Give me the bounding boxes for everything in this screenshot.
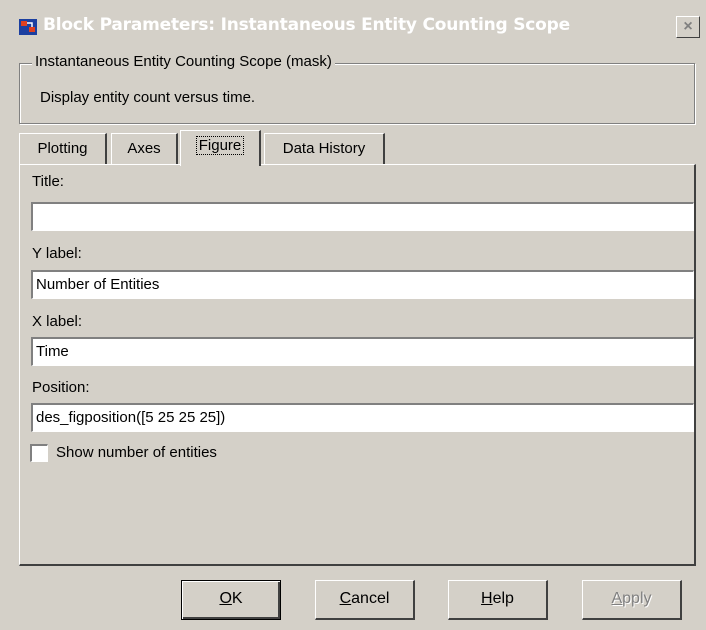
ylabel-field[interactable]: Number of Entities xyxy=(31,270,694,299)
title-label: Title: xyxy=(32,173,64,190)
help-button[interactable]: Help xyxy=(448,580,548,620)
window-title: Block Parameters: Instantaneous Entity C… xyxy=(43,15,570,35)
close-icon: × xyxy=(683,18,693,35)
mask-groupbox: Instantaneous Entity Counting Scope (mas… xyxy=(19,53,695,124)
mask-legend: Instantaneous Entity Counting Scope (mas… xyxy=(32,53,335,70)
ok-button[interactable]: OK xyxy=(181,580,281,620)
ylabel-label: Y label: xyxy=(32,245,82,262)
position-field[interactable]: des_figposition([5 25 25 25]) xyxy=(31,403,694,432)
tab-data-history[interactable]: Data History xyxy=(264,133,385,165)
tab-axes[interactable]: Axes xyxy=(111,133,178,165)
figure-tab-panel: Title: Y label: Number of Entities X lab… xyxy=(19,164,696,566)
title-field[interactable] xyxy=(31,202,694,231)
tab-plotting[interactable]: Plotting xyxy=(19,133,107,165)
tab-figure[interactable]: Figure xyxy=(180,130,261,166)
close-button[interactable]: × xyxy=(676,16,700,38)
cancel-button[interactable]: Cancel xyxy=(315,580,415,620)
xlabel-field[interactable]: Time xyxy=(31,337,694,366)
position-label: Position: xyxy=(32,379,90,396)
show-entities-label: Show number of entities xyxy=(56,444,217,461)
show-entities-checkbox[interactable] xyxy=(30,444,48,462)
window-titlebar: Block Parameters: Instantaneous Entity C… xyxy=(10,10,706,44)
apply-button[interactable]: Apply xyxy=(582,580,682,620)
xlabel-label: X label: xyxy=(32,313,83,330)
simulink-block-icon xyxy=(19,19,37,35)
mask-description: Display entity count versus time. xyxy=(40,89,256,106)
